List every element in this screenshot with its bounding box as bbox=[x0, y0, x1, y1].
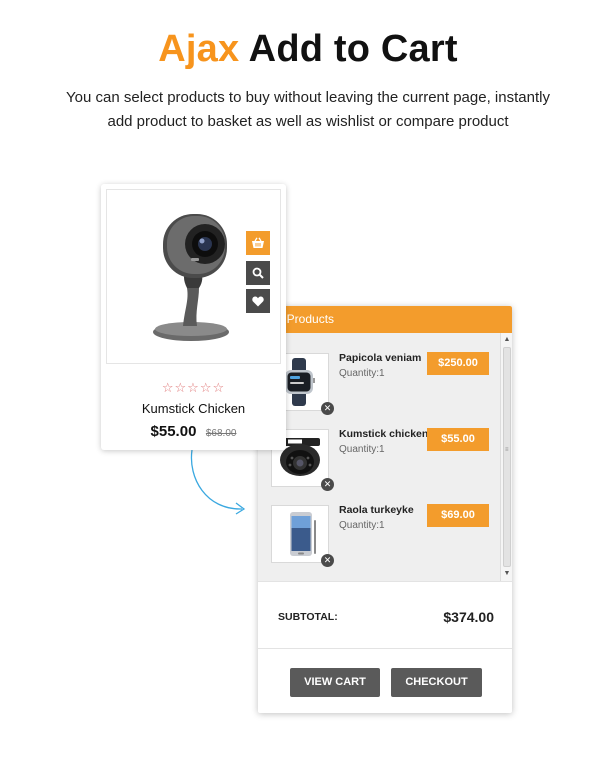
cart-item-name[interactable]: Raola turkeyke bbox=[339, 504, 414, 516]
heart-icon bbox=[252, 296, 264, 306]
smartphone-image bbox=[290, 512, 316, 556]
checkout-button[interactable]: CHECKOUT bbox=[391, 668, 482, 697]
curved-arrow-icon bbox=[190, 449, 246, 515]
cart-item-quantity: Quantity:1 bbox=[339, 368, 385, 379]
cart-item-name[interactable]: Kumstick chicken bbox=[339, 428, 428, 440]
view-cart-button[interactable]: VIEW CART bbox=[290, 668, 380, 697]
subtotal-row: SUBTOTAL: $374.00 bbox=[258, 581, 512, 649]
quick-view-button[interactable] bbox=[246, 261, 270, 285]
cart-item[interactable]: ✕ Papicola veniam Quantity:1 $250.00 bbox=[258, 333, 500, 415]
remove-item-button[interactable]: ✕ bbox=[321, 554, 334, 567]
product-name[interactable]: Kumstick Chicken bbox=[101, 401, 286, 416]
cart-scrollbar[interactable]: ▲ ≡ ▼ bbox=[500, 333, 512, 581]
subtitle-line-1: You can select products to buy without l… bbox=[66, 89, 550, 106]
scroll-up-arrow-icon[interactable]: ▲ bbox=[501, 335, 512, 345]
grip-icon: ≡ bbox=[505, 447, 509, 453]
subtotal-label: SUBTOTAL: bbox=[278, 611, 338, 623]
security-camera-image bbox=[153, 214, 229, 341]
cart-item-price: $55.00 bbox=[427, 428, 489, 451]
title-rest: Add to Cart bbox=[248, 28, 458, 70]
search-icon bbox=[252, 267, 264, 279]
page-title: Ajax Add to Cart bbox=[0, 28, 616, 71]
cart-item-name[interactable]: Papicola veniam bbox=[339, 352, 421, 364]
cart-header: our Products bbox=[258, 306, 512, 333]
cart-item-quantity: Quantity:1 bbox=[339, 444, 385, 455]
mini-cart-panel: our Products ✕ Papicola veniam Quantity:… bbox=[258, 306, 512, 713]
scroll-thumb[interactable]: ≡ bbox=[503, 347, 511, 567]
basket-icon bbox=[252, 237, 264, 248]
cart-item-list: ✕ Papicola veniam Quantity:1 $250.00 ✕ K… bbox=[258, 333, 500, 581]
product-card[interactable]: ☆☆☆☆☆ Kumstick Chicken $55.00 $68.00 bbox=[101, 184, 286, 450]
cart-item-price: $69.00 bbox=[427, 504, 489, 527]
wishlist-button[interactable] bbox=[246, 289, 270, 313]
product-price: $55.00 bbox=[150, 423, 197, 440]
price-row: $55.00 $68.00 bbox=[101, 423, 286, 441]
scroll-down-arrow-icon[interactable]: ▼ bbox=[501, 569, 512, 579]
product-old-price: $68.00 bbox=[205, 428, 237, 439]
page-subtitle: You can select products to buy without l… bbox=[30, 86, 586, 134]
subtotal-value: $374.00 bbox=[443, 609, 494, 625]
cart-item-image[interactable] bbox=[271, 505, 329, 563]
rating-stars: ☆☆☆☆☆ bbox=[161, 380, 226, 395]
cart-item-quantity: Quantity:1 bbox=[339, 520, 385, 531]
add-to-cart-button[interactable] bbox=[246, 231, 270, 255]
cart-item[interactable]: ✕ Raola turkeyke Quantity:1 $69.00 bbox=[258, 485, 500, 567]
cart-item-price: $250.00 bbox=[427, 352, 489, 375]
cart-item[interactable]: ✕ Kumstick chicken Quantity:1 $55.00 bbox=[258, 409, 500, 491]
product-image[interactable] bbox=[106, 189, 281, 364]
subtitle-line-2: add product to basket as well as wishlis… bbox=[107, 113, 509, 130]
title-accent: Ajax bbox=[158, 28, 240, 70]
